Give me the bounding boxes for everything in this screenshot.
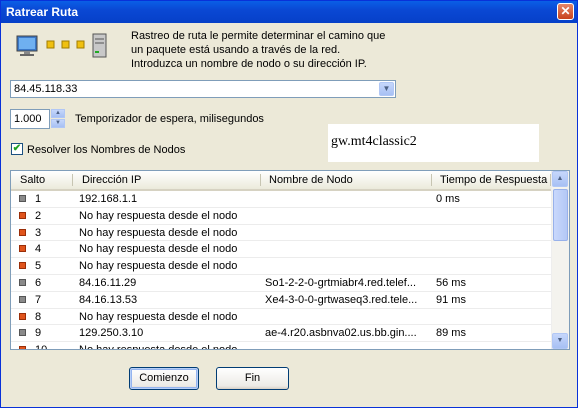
network-illustration — [15, 33, 115, 59]
table-row[interactable]: 3 No hay respuesta desde el nodo — [11, 225, 552, 242]
hop-fail-icon — [19, 262, 26, 270]
ip-address: 129.250.3.10 — [79, 327, 144, 340]
hop-fail-icon — [19, 312, 26, 320]
description-line: Rastreo de ruta le permite determinar el… — [131, 30, 386, 42]
hop-number: 4 — [35, 243, 42, 256]
scroll-thumb[interactable] — [553, 189, 568, 241]
vertical-scrollbar[interactable]: ▲ ▼ — [551, 171, 569, 349]
route-table[interactable]: Salto Dirección IP Nombre de Nodo Tiempo… — [10, 170, 570, 350]
hop-number: 6 — [35, 276, 42, 289]
chevron-down-icon[interactable]: ▼ — [379, 82, 394, 96]
window-title: Ratrear Ruta — [6, 5, 79, 19]
hop-fail-icon — [19, 346, 26, 349]
hop-fail-icon — [19, 228, 26, 236]
table-row[interactable]: 10 No hay respuesta desde el nodo — [11, 342, 552, 349]
hop-number: 2 — [35, 209, 42, 222]
column-divider[interactable] — [72, 174, 73, 186]
table-row[interactable]: 4 No hay respuesta desde el nodo — [11, 241, 552, 259]
hop-number: 7 — [35, 293, 42, 306]
hop-number: 10 — [35, 344, 47, 349]
ip-address: 84.16.11.29 — [79, 276, 137, 289]
ip-address: 84.16.13.53 — [79, 293, 138, 306]
hop-fail-icon — [19, 211, 26, 219]
table-row[interactable]: 2 No hay respuesta desde el nodo — [11, 208, 552, 225]
ip-address: 192.168.1.1 — [79, 193, 138, 205]
overlay-text: gw.mt4classic2 — [331, 134, 417, 149]
ip-address: No hay respuesta desde el nodo — [79, 243, 238, 256]
timeout-spinner[interactable]: 1.000 ▲ ▼ — [10, 109, 65, 129]
node-name: ae-4.r20.asbnva02.us.bb.gin.... — [265, 327, 417, 340]
spinner-arrows[interactable]: ▲ ▼ — [51, 109, 65, 129]
response-time: 56 ms — [436, 276, 466, 289]
title-bar[interactable]: Ratrear Ruta ✕ — [1, 1, 577, 23]
table-row[interactable]: 9 129.250.3.10 ae-4.r20.asbnva02.us.bb.gin… — [11, 325, 552, 343]
description: Rastreo de ruta le permite determinar el… — [131, 29, 411, 71]
header-node[interactable]: Nombre de Nodo — [269, 174, 353, 188]
ip-address: No hay respuesta desde el nodo — [79, 310, 238, 323]
hop-fail-icon — [19, 245, 26, 253]
response-time: 89 ms — [436, 327, 466, 340]
start-button[interactable]: Comienzo — [129, 367, 199, 390]
hop-number: 8 — [35, 310, 42, 323]
table-row[interactable]: 8 No hay respuesta desde el nodo — [11, 309, 552, 326]
hop-ok-icon — [19, 329, 26, 337]
timeout-field[interactable]: 1.000 — [10, 109, 50, 129]
node-name: So1-2-2-0-grtmiabr4.red.telef... — [265, 276, 417, 289]
ip-address: No hay respuesta desde el nodo — [79, 226, 238, 239]
spin-up-icon[interactable]: ▲ — [51, 109, 65, 118]
close-button[interactable]: ✕ — [557, 3, 574, 20]
end-button[interactable]: Fin — [216, 367, 289, 390]
host-combobox[interactable]: 84.45.118.33 ▼ — [10, 80, 396, 98]
ip-address: No hay respuesta desde el nodo — [79, 344, 237, 349]
hop-number: 3 — [35, 226, 42, 239]
header-time[interactable]: Tiempo de Respuesta — [440, 174, 547, 188]
table-row[interactable]: 6 84.16.11.29 So1-2-2-0-grtmiabr4.red.tele… — [11, 275, 552, 292]
host-value[interactable]: 84.45.118.33 — [14, 83, 77, 95]
node-name: Xe4-3-0-0-grtwaseq3.red.tele... — [265, 293, 418, 306]
timeout-value: 1.000 — [14, 113, 42, 125]
table-row[interactable]: 5 No hay respuesta desde el nodo — [11, 258, 552, 275]
hop-ok-icon — [19, 278, 26, 286]
response-time: 0 ms — [436, 193, 460, 205]
resolve-names-label[interactable]: Resolver los Nombres de Nodos — [27, 144, 185, 156]
column-divider[interactable] — [260, 174, 261, 186]
spin-down-icon[interactable]: ▼ — [51, 119, 65, 128]
server-icon — [92, 33, 107, 58]
ip-address: No hay respuesta desde el nodo — [79, 260, 238, 273]
description-line: Introduzca un nombre de nodo o su direcc… — [131, 58, 367, 70]
table-body: 1 192.168.1.1 0 ms 2 No hay respuesta desde … — [11, 191, 552, 349]
ip-address: No hay respuesta desde el nodo — [79, 209, 238, 222]
table-row[interactable]: 7 84.16.13.53 Xe4-3-0-0-grtwaseq3.red.tele… — [11, 292, 552, 309]
hop-ok-icon — [19, 295, 26, 303]
overlay-text-box: gw.mt4classic2 — [328, 124, 539, 162]
timeout-label: Temporizador de espera, milisegundos — [75, 113, 264, 125]
response-time: 91 ms — [436, 293, 466, 306]
hop-ok-icon — [19, 195, 26, 202]
traceroute-window: Ratrear Ruta ✕ Rastreo de ruta le permit… — [0, 0, 578, 408]
table-row[interactable]: 1 192.168.1.1 0 ms — [11, 191, 552, 208]
hop-number: 9 — [35, 327, 42, 340]
header-hop[interactable]: Salto — [20, 174, 45, 188]
scroll-up-icon[interactable]: ▲ — [552, 171, 568, 187]
hop-number: 5 — [35, 260, 42, 273]
table-header: Salto Dirección IP Nombre de Nodo Tiempo… — [11, 171, 552, 191]
description-line: un paquete está usando a través de la re… — [131, 44, 341, 56]
column-divider[interactable] — [431, 174, 432, 186]
header-ip[interactable]: Dirección IP — [82, 174, 141, 188]
hop-number: 1 — [35, 193, 42, 205]
resolve-names-checkbox[interactable]: ✔ — [11, 143, 23, 155]
scroll-down-icon[interactable]: ▼ — [552, 333, 568, 349]
